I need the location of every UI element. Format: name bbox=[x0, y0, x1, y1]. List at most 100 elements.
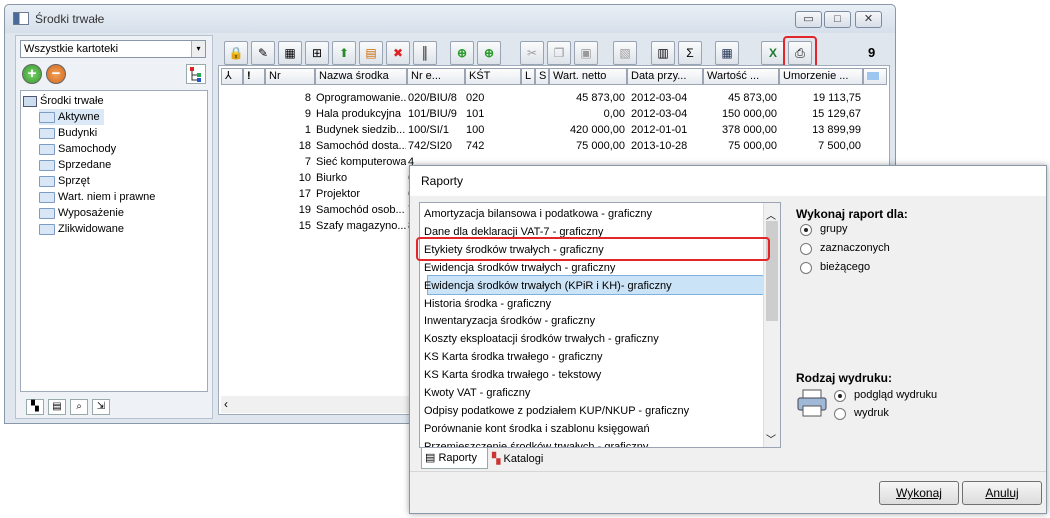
cell-nre: 100/SI/1 bbox=[408, 124, 449, 136]
list-item[interactable]: Amortyzacja bilansowa i podatkowa - graf… bbox=[424, 205, 652, 223]
cell-nr: 18 bbox=[298, 140, 311, 152]
chevron-down-icon[interactable]: ▾ bbox=[191, 41, 205, 57]
tree-item-wyposazenie[interactable]: Wyposażenie bbox=[39, 205, 124, 221]
list-item[interactable]: KS Karta środka trwałego - tekstowy bbox=[424, 366, 601, 384]
add-circle-icon[interactable]: ⊕ bbox=[450, 41, 474, 65]
col-nre[interactable]: Nr e... bbox=[407, 68, 465, 85]
edit-icon[interactable]: ✎ bbox=[251, 41, 275, 65]
col-nr[interactable]: Nr bbox=[265, 68, 315, 85]
calendar-icon[interactable]: ▦ bbox=[278, 41, 302, 65]
list-item[interactable]: Historia środka - graficzny bbox=[424, 295, 551, 313]
scroll-thumb[interactable] bbox=[766, 221, 778, 321]
tree-view-tab-icon[interactable]: ▚ bbox=[26, 399, 44, 415]
col-flag-icon[interactable]: ! bbox=[243, 68, 265, 85]
cell-umorz: 13 899,99 bbox=[812, 124, 861, 136]
list-icon[interactable]: ▥ bbox=[651, 41, 675, 65]
dialog-separator bbox=[410, 471, 1046, 472]
paste-icon[interactable]: ▣ bbox=[574, 41, 598, 65]
printer-icon bbox=[796, 388, 828, 418]
cell-nazwa: Samochód osob... bbox=[316, 204, 405, 216]
list-item[interactable]: Ewidencja środków trwałych - graficzny bbox=[424, 259, 615, 277]
list-item[interactable]: Koszty eksploatacji środków trwałych - g… bbox=[424, 330, 659, 348]
list-item[interactable]: Ewidencja środków trwałych (KPiR i KH)- … bbox=[424, 277, 672, 295]
cell-umorz: 19 113,75 bbox=[812, 92, 861, 104]
tree-item-samochody[interactable]: Samochody bbox=[39, 141, 116, 157]
cell-nre: 742/SI20 bbox=[408, 140, 453, 152]
col-l[interactable]: L bbox=[521, 68, 535, 85]
run-for-radio-1[interactable] bbox=[800, 243, 812, 255]
cell-umorz: 15 129,67 bbox=[812, 108, 861, 120]
col-kst[interactable]: KŚT bbox=[465, 68, 521, 85]
cancel-button[interactable]: Anuluj bbox=[962, 481, 1042, 505]
copy-icon[interactable]: ❐ bbox=[547, 41, 571, 65]
list-item[interactable]: Inwentaryzacja środków - graficzny bbox=[424, 312, 595, 330]
tree-root[interactable]: Środki trwałe bbox=[23, 93, 104, 109]
tree-item-wart-niem[interactable]: Wart. niem i prawne bbox=[39, 189, 155, 205]
cell-kst: 020 bbox=[466, 92, 485, 104]
col-attach-icon[interactable]: ⅄ bbox=[221, 68, 243, 85]
column-chooser-icon[interactable] bbox=[863, 68, 887, 85]
properties-icon[interactable]: ▧ bbox=[613, 41, 637, 65]
col-umorzenie[interactable]: Umorzenie ... bbox=[779, 68, 863, 85]
close-button[interactable]: ✕ bbox=[855, 11, 882, 28]
minimize-button[interactable]: ▭ bbox=[795, 11, 822, 28]
list-item[interactable]: Porównanie kont środka i szablonu księgo… bbox=[424, 420, 650, 438]
lock-icon[interactable]: 🔒 bbox=[224, 41, 248, 65]
col-wartosc[interactable]: Wartość ... bbox=[703, 68, 779, 85]
add-many-icon[interactable]: ⊕ bbox=[477, 41, 501, 65]
export-icon[interactable]: ⬆ bbox=[332, 41, 356, 65]
import-icon[interactable]: ▤ bbox=[359, 41, 383, 65]
list-item[interactable]: KS Karta środka trwałego - graficzny bbox=[424, 348, 603, 366]
calendar-grid-icon[interactable]: ▦ bbox=[715, 41, 739, 65]
print-type-radio-0[interactable] bbox=[834, 390, 846, 402]
sum-icon[interactable]: Σ bbox=[678, 41, 702, 65]
chevron-down-icon[interactable]: ﹀ bbox=[766, 431, 776, 446]
cell-nr: 15 bbox=[298, 220, 311, 232]
run-report-button[interactable]: Wykonaj bbox=[879, 481, 959, 505]
run-for-label: Wykonaj raport dla: bbox=[796, 207, 908, 221]
list-item[interactable]: Kwoty VAT - graficzny bbox=[424, 384, 530, 402]
filter-combo[interactable]: Wszystkie kartoteki ▾ bbox=[20, 40, 206, 58]
cell-netto: 75 000,00 bbox=[576, 140, 625, 152]
run-for-radio-0[interactable] bbox=[800, 224, 812, 236]
folder-icon bbox=[39, 111, 55, 123]
export-tab-icon[interactable]: ⇲ bbox=[92, 399, 110, 415]
col-nazwa[interactable]: Nazwa środka bbox=[315, 68, 407, 85]
list-item[interactable]: Przemieszczenie środków trwałych - grafi… bbox=[424, 438, 648, 447]
cell-nre: 020/BIU/8 bbox=[408, 92, 457, 104]
tab-raporty[interactable]: ▤ Raporty bbox=[421, 448, 488, 469]
col-netto[interactable]: Wart. netto bbox=[549, 68, 627, 85]
tree-structure-icon[interactable] bbox=[186, 64, 206, 84]
folder-icon bbox=[39, 207, 55, 219]
print-type-radio-1[interactable] bbox=[834, 408, 846, 420]
barcode-icon[interactable]: ║ bbox=[413, 41, 437, 65]
tree-item-aktywne[interactable]: Aktywne bbox=[39, 109, 104, 125]
tree-item-sprzet[interactable]: Sprzęt bbox=[39, 173, 90, 189]
cell-nazwa: Biurko bbox=[316, 172, 348, 184]
list-item[interactable]: Odpisy podatkowe z podziałem KUP/NKUP - … bbox=[424, 402, 689, 420]
cell-nre: 101/BIU/9 bbox=[408, 108, 457, 120]
delete-icon[interactable]: ✖ bbox=[386, 41, 410, 65]
cell-umorz: 7 500,00 bbox=[818, 140, 861, 152]
search-tab-icon[interactable]: ⌕ bbox=[70, 399, 88, 415]
tab-katalogi[interactable]: ▚ Katalogi bbox=[490, 450, 543, 468]
maximize-button[interactable]: □ bbox=[824, 11, 851, 28]
dialog-title: Raporty bbox=[410, 166, 1046, 196]
remove-group-button[interactable]: − bbox=[46, 64, 66, 84]
horizontal-scrollbar[interactable]: ‹ bbox=[221, 396, 411, 413]
cell-nr: 8 bbox=[304, 92, 311, 104]
tree-item-budynki[interactable]: Budynki bbox=[39, 125, 97, 141]
chevron-up-icon[interactable]: ︿ bbox=[766, 207, 776, 222]
add-group-button[interactable]: + bbox=[22, 64, 42, 84]
filter-combo-value: Wszystkie kartoteki bbox=[24, 43, 119, 55]
excel-icon[interactable]: X bbox=[761, 41, 785, 65]
document-tab-icon[interactable]: ▤ bbox=[48, 399, 66, 415]
tree-item-sprzedane[interactable]: Sprzedane bbox=[39, 157, 111, 173]
tree-plus-icon[interactable]: ⊞ bbox=[305, 41, 329, 65]
cut-icon[interactable]: ✂ bbox=[520, 41, 544, 65]
col-s[interactable]: S bbox=[535, 68, 549, 85]
tree-item-zlikwidowane[interactable]: Zlikwidowane bbox=[39, 221, 124, 237]
cell-nazwa: Sieć komputerowa bbox=[316, 156, 406, 168]
col-data[interactable]: Data przy... bbox=[627, 68, 703, 85]
run-for-radio-2[interactable] bbox=[800, 262, 812, 274]
